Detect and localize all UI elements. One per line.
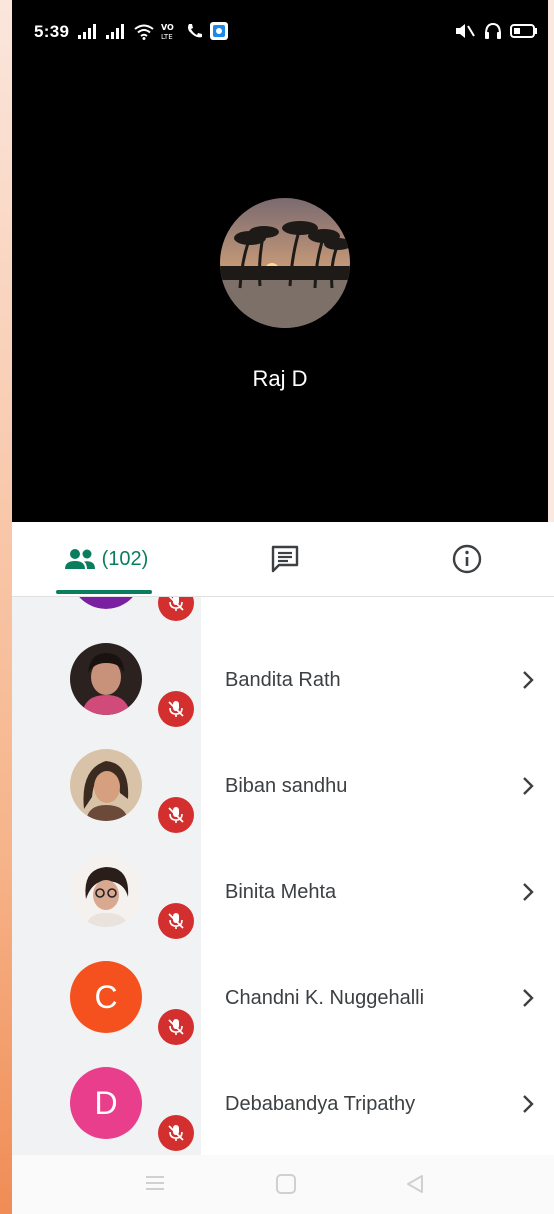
participant-list[interactable]: Bandita Rath Biban sandhu Binita Mehta C… <box>12 597 554 1155</box>
chevron-right-icon <box>523 671 534 689</box>
participant-avatar <box>70 749 142 821</box>
tab-participants[interactable]: (102) <box>56 522 156 596</box>
tab-info[interactable] <box>442 522 492 596</box>
volte-icon: VO LTE <box>161 23 174 40</box>
list-item[interactable]: Bandita Rath <box>12 643 554 749</box>
tab-chat[interactable] <box>260 522 310 596</box>
status-left-icons: VO LTE <box>78 22 228 40</box>
participant-name: Chandni K. Nuggehalli <box>225 987 425 1009</box>
info-icon <box>452 544 482 574</box>
people-icon <box>64 549 95 569</box>
home-icon[interactable] <box>275 1173 297 1195</box>
mic-off-icon <box>168 807 184 823</box>
chevron-right-icon <box>523 1095 534 1113</box>
chevron-right-icon <box>523 883 534 901</box>
participant-name: Debabandya Tripathy <box>225 1093 416 1115</box>
status-time: 5:39 <box>34 22 70 41</box>
system-navigation-bar <box>12 1155 554 1214</box>
tab-bar: (102) <box>12 522 554 597</box>
mic-off-icon <box>168 701 184 717</box>
mic-off-badge <box>158 1115 194 1151</box>
back-icon[interactable] <box>404 1173 426 1195</box>
avatar-initial: D <box>94 1084 118 1121</box>
mic-off-badge <box>158 691 194 727</box>
mic-off-icon <box>168 597 184 611</box>
mic-off-icon <box>168 913 184 929</box>
svg-text:LTE: LTE <box>161 33 173 40</box>
speaker-avatar <box>220 198 350 328</box>
list-item[interactable]: Binita Mehta <box>12 855 554 961</box>
battery-icon <box>510 24 537 38</box>
active-tab-indicator <box>56 590 152 594</box>
headphones-icon <box>485 22 501 39</box>
participant-name: Biban sandhu <box>225 775 348 797</box>
mic-off-icon <box>168 1019 184 1035</box>
active-speaker-video[interactable]: 5:39 VO LTE Raj D <box>12 0 548 522</box>
app-notification-icon <box>210 22 228 40</box>
chat-icon <box>271 545 299 573</box>
wifi-icon <box>134 24 154 40</box>
signal-icon <box>106 24 124 39</box>
mic-off-badge <box>158 903 194 939</box>
participant-name: Bandita Rath <box>225 669 341 691</box>
chevron-right-icon <box>523 777 534 795</box>
list-item[interactable]: C Chandni K. Nuggehalli <box>12 961 554 1067</box>
svg-text:VO: VO <box>161 23 174 32</box>
participant-avatar <box>70 855 142 927</box>
chevron-right-icon <box>523 989 534 1007</box>
list-item[interactable]: D Debabandya Tripathy <box>12 1067 554 1155</box>
participant-avatar <box>70 643 142 715</box>
mic-off-badge <box>158 597 194 621</box>
wifi-calling-icon <box>188 24 202 38</box>
screen-edge-left <box>0 0 12 1214</box>
status-bar: 5:39 VO LTE <box>12 0 548 66</box>
screen-edge-right <box>548 0 554 522</box>
mic-off-badge <box>158 1009 194 1045</box>
signal-icon <box>78 24 96 39</box>
menu-icon[interactable] <box>144 1173 166 1193</box>
speaker-name: Raj D <box>252 366 308 391</box>
participant-avatar: C <box>70 961 142 1033</box>
mute-icon <box>456 24 475 38</box>
participants-count: (102) <box>101 547 149 570</box>
list-item[interactable]: Biban sandhu <box>12 749 554 855</box>
participant-name: Binita Mehta <box>225 881 337 903</box>
list-item[interactable] <box>12 597 554 643</box>
mic-off-icon <box>168 1125 184 1141</box>
avatar-initial: C <box>94 978 118 1015</box>
status-right-icons <box>454 22 538 40</box>
mic-off-badge <box>158 797 194 833</box>
participant-avatar: D <box>70 1067 142 1139</box>
participant-avatar <box>70 597 142 609</box>
